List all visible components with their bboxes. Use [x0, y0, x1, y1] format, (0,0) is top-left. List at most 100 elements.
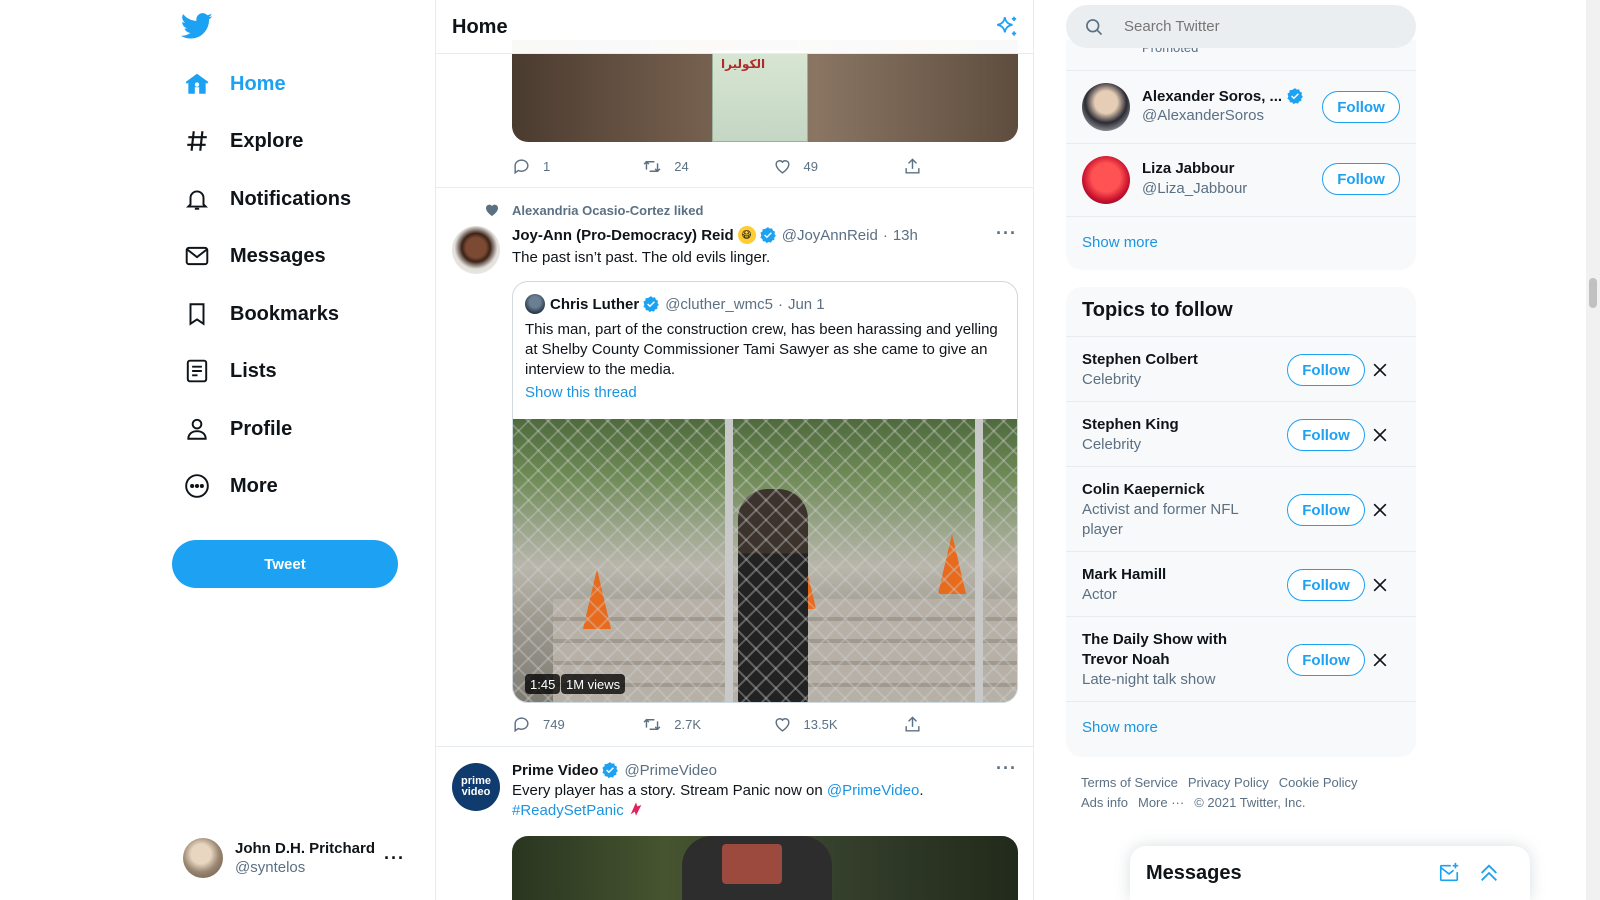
tweet-actions: 749 2.7K 13.5K [512, 714, 942, 734]
topic-row[interactable]: Stephen King Celebrity Follow [1066, 401, 1416, 466]
close-icon[interactable] [1370, 425, 1390, 445]
like-button[interactable]: 13.5K [773, 715, 903, 734]
follow-button[interactable]: Follow [1287, 569, 1365, 601]
mention-link[interactable]: @PrimeVideo [827, 782, 920, 799]
topic-category: Activist and former NFL player [1082, 501, 1239, 538]
account-switcher[interactable]: John D.H. Pritchard @syntelos ··· [183, 834, 415, 882]
nav-more[interactable]: More [182, 462, 278, 510]
tweet-text: The past isn’t past. The old evils linge… [512, 249, 771, 266]
like-button[interactable]: 49 [773, 157, 903, 176]
list-icon [182, 356, 212, 386]
author-name[interactable]: Joy-Ann (Pro-Democracy) Reid [512, 227, 734, 244]
nav-lists[interactable]: Lists [182, 347, 277, 395]
terms-link[interactable]: Terms of Service [1081, 775, 1178, 790]
privacy-link[interactable]: Privacy Policy [1188, 775, 1269, 790]
follow-button[interactable]: Follow [1322, 163, 1400, 195]
tweet-media-image[interactable] [512, 836, 1018, 900]
video-player[interactable]: 1:45 1M views [513, 419, 1017, 702]
tweet-button[interactable]: Tweet [172, 540, 398, 588]
close-icon[interactable] [1370, 575, 1390, 595]
heart-icon [774, 159, 790, 174]
author-handle[interactable]: @PrimeVideo [624, 762, 717, 779]
envelope-icon [182, 241, 212, 271]
share-button[interactable] [903, 157, 942, 176]
new-message-icon[interactable] [1438, 862, 1460, 884]
nav-profile[interactable]: Profile [182, 405, 292, 453]
nav-bookmarks[interactable]: Bookmarks [182, 290, 339, 338]
nav-messages[interactable]: Messages [182, 232, 326, 280]
follow-button[interactable]: Follow [1287, 494, 1365, 526]
tweet-more-icon[interactable]: ··· [996, 758, 1017, 779]
tweet-more-icon[interactable]: ··· [996, 223, 1017, 244]
topic-name: Mark Hamill [1082, 566, 1167, 583]
show-thread-link[interactable]: Show this thread [525, 384, 637, 401]
tweet-time[interactable]: 13h [893, 227, 918, 244]
follow-button[interactable]: Follow [1322, 91, 1400, 123]
close-icon[interactable] [1370, 650, 1390, 670]
topic-category: Actor [1082, 586, 1118, 603]
close-icon[interactable] [1370, 360, 1390, 380]
search-input[interactable] [1124, 18, 1384, 35]
avatar[interactable] [452, 226, 500, 274]
double-chevron-up-icon[interactable] [1478, 862, 1500, 884]
topic-row[interactable]: Stephen Colbert Celebrity Follow [1066, 336, 1416, 401]
twitter-logo-icon[interactable] [181, 10, 213, 42]
close-icon[interactable] [1370, 500, 1390, 520]
nav-notifications[interactable]: Notifications [182, 175, 351, 223]
quoted-author-handle: @cluther_wmc5 [665, 295, 773, 313]
topic-name: Stephen King [1082, 416, 1179, 433]
topic-row[interactable]: Colin Kaepernick Activist and former NFL… [1066, 466, 1416, 551]
follow-button[interactable]: Follow [1287, 354, 1365, 386]
tweet-header: Joy-Ann (Pro-Democracy) Reid 😷 @JoyAnnRe… [512, 225, 918, 245]
nav-label: Bookmarks [230, 302, 339, 325]
account-more-icon[interactable]: ··· [384, 848, 405, 869]
show-more-row: Show more [1066, 701, 1416, 757]
retweet-button[interactable]: 24 [642, 157, 772, 176]
hashtag-icon [182, 126, 212, 156]
account-meta: John D.H. Pritchard @syntelos [235, 840, 375, 876]
social-context[interactable]: Alexandria Ocasio-Cortez liked [484, 202, 703, 218]
media-scene-patch [722, 844, 782, 884]
search-box[interactable] [1066, 5, 1416, 48]
page-scrollbar[interactable] [1586, 0, 1600, 900]
footer-more-link[interactable]: More ··· [1138, 795, 1184, 810]
verified-icon [602, 762, 619, 779]
video-scene-pole [725, 419, 733, 702]
twitter-app: Home Explore Notifications Messages Book… [0, 0, 1600, 900]
follow-button[interactable]: Follow [1287, 644, 1365, 676]
video-scene-pole [975, 419, 983, 702]
avatar[interactable]: prime video [452, 763, 500, 811]
quoted-tweet[interactable]: Chris Luther @cluther_wmc5 · Jun 1 This … [512, 281, 1018, 703]
avatar[interactable] [1082, 156, 1130, 204]
nav-home[interactable]: Home [182, 60, 286, 108]
tweet-media-image[interactable]: الكوليرا [512, 40, 1018, 142]
social-context-text: Alexandria Ocasio-Cortez liked [512, 202, 704, 218]
quoted-tweet-text: This man, part of the construction crew,… [525, 321, 998, 378]
topic-row[interactable]: Mark Hamill Actor Follow [1066, 551, 1416, 616]
author-handle[interactable]: @JoyAnnReid [782, 227, 878, 244]
avatar [183, 838, 223, 878]
share-button[interactable] [903, 715, 942, 734]
avatar[interactable] [1082, 83, 1130, 131]
reply-button[interactable]: 1 [512, 157, 642, 176]
tweet-divider [436, 187, 1033, 188]
show-more-link[interactable]: Show more [1082, 234, 1158, 251]
sparkle-icon[interactable] [994, 14, 1020, 40]
who-to-follow-row[interactable]: Liza Jabbour @Liza_Jabbour Follow [1066, 143, 1416, 216]
share-icon [905, 157, 920, 174]
messages-drawer[interactable]: Messages [1130, 846, 1530, 900]
reply-button[interactable]: 749 [512, 715, 642, 734]
scrollbar-thumb[interactable] [1589, 278, 1597, 308]
cookie-link[interactable]: Cookie Policy [1279, 775, 1358, 790]
topic-row[interactable]: The Daily Show with Trevor Noah Late-nig… [1066, 616, 1416, 701]
ads-info-link[interactable]: Ads info [1081, 795, 1128, 810]
nav-explore[interactable]: Explore [182, 117, 303, 165]
follow-button[interactable]: Follow [1287, 419, 1365, 451]
show-more-link[interactable]: Show more [1082, 719, 1158, 736]
share-icon [905, 715, 920, 732]
like-count: 49 [803, 158, 818, 174]
author-name[interactable]: Prime Video [512, 762, 598, 779]
retweet-button[interactable]: 2.7K [642, 715, 772, 734]
hashtag-link[interactable]: #ReadySetPanic [512, 802, 624, 819]
who-to-follow-row[interactable]: Alexander Soros, ... @AlexanderSoros Fol… [1066, 70, 1416, 143]
